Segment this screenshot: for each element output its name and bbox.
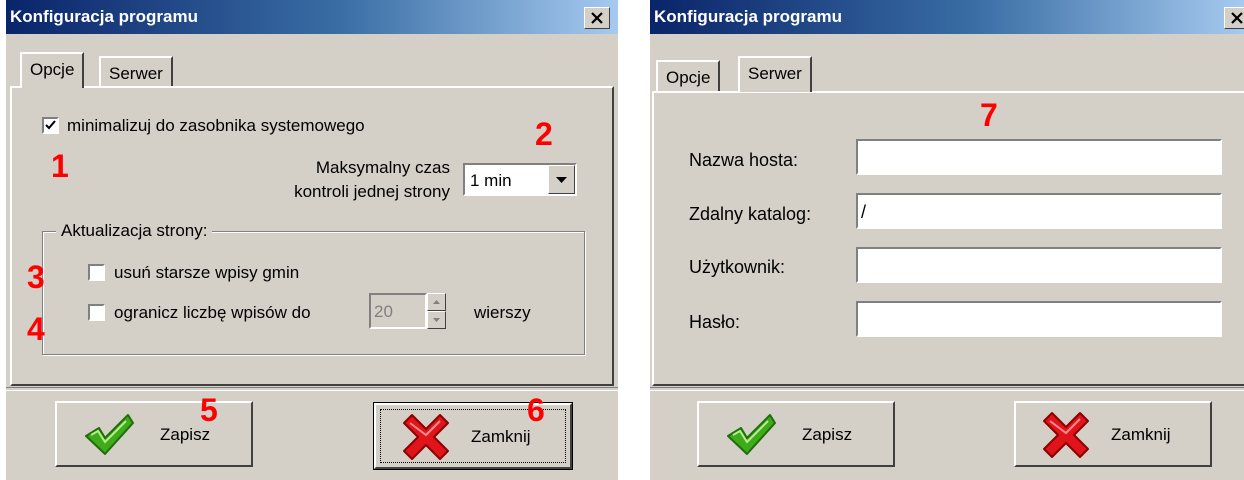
limit-entries-label: ogranicz liczbę wpisów do <box>114 303 311 322</box>
marker-4: 4 <box>27 311 45 347</box>
limit-entries-checkbox[interactable] <box>88 304 105 321</box>
close-x-icon <box>591 12 603 24</box>
password-label: Hasło: <box>689 312 741 332</box>
marker-2: 2 <box>535 116 553 152</box>
tab-serwer[interactable]: Serwer <box>99 56 173 88</box>
tab-label: Serwer <box>748 64 802 83</box>
minimize-to-tray-checkbox[interactable] <box>42 117 59 134</box>
tab-serwer[interactable]: Serwer <box>738 56 812 92</box>
delete-old-entries-checkbox[interactable] <box>88 264 105 281</box>
minimize-to-tray-label: minimalizuj do zasobnika systemowego <box>67 116 365 135</box>
save-button-label: Zapisz <box>802 425 853 444</box>
tab-label: Opcje <box>666 68 711 87</box>
tab-label: Opcje <box>30 60 75 79</box>
marker-3: 3 <box>27 259 45 295</box>
marker-7: 7 <box>980 97 998 133</box>
button-separator <box>650 387 1244 391</box>
remote-dir-label: Zdalny katalog: <box>689 204 812 224</box>
green-checkmark-icon <box>727 414 776 455</box>
close-button[interactable]: Zamknij <box>1014 401 1212 467</box>
window-title: Konfiguracja programu <box>10 7 198 26</box>
close-x-icon <box>1231 12 1243 24</box>
marker-6: 6 <box>527 392 545 428</box>
title-bar[interactable]: Konfiguracja programu <box>6 0 618 34</box>
close-window-button[interactable] <box>584 7 610 29</box>
config-dialog-server: Konfiguracja programu Opcje Serwer 7 Naz… <box>650 0 1244 480</box>
green-checkmark-icon <box>85 414 134 455</box>
max-time-label-line1: Maksymalny czas <box>315 158 450 177</box>
tab-opcje[interactable]: Opcje <box>20 52 85 88</box>
tab-panel-options: minimalizuj do zasobnika systemowego 1 2… <box>10 86 614 386</box>
red-x-icon <box>1043 412 1089 458</box>
limit-suffix-label: wierszy <box>474 303 531 322</box>
save-button[interactable]: Zapisz <box>697 401 895 467</box>
host-name-input[interactable] <box>856 139 1222 175</box>
remote-dir-value: / <box>861 202 867 222</box>
remote-dir-input[interactable]: / <box>856 193 1222 229</box>
delete-old-entries-label: usuń starsze wpisy gmin <box>114 263 300 282</box>
save-button-label: Zapisz <box>160 425 211 444</box>
tab-opcje[interactable]: Opcje <box>656 60 721 92</box>
marker-1: 1 <box>51 148 69 184</box>
close-button-label: Zamknij <box>471 427 531 446</box>
tab-panel-server: 7 Nazwa hosta: Zdalny katalog: / Użytkow… <box>652 91 1244 386</box>
user-label: Użytkownik: <box>689 257 786 277</box>
close-window-button[interactable] <box>1224 7 1244 29</box>
marker-5: 5 <box>200 392 218 428</box>
checkmark-icon <box>45 120 56 130</box>
close-button-label: Zamknij <box>1111 425 1171 444</box>
tab-label: Serwer <box>109 64 163 83</box>
title-bar[interactable]: Konfiguracja programu <box>650 0 1244 34</box>
page-update-groupbox: Aktualizacja strony: <box>42 221 585 355</box>
red-x-icon <box>403 414 449 460</box>
button-separator <box>6 387 618 391</box>
max-time-label-line2: kontroli jednej strony <box>294 182 450 201</box>
save-button[interactable]: Zapisz <box>55 401 253 467</box>
password-input[interactable] <box>856 301 1222 337</box>
config-dialog-options: Konfiguracja programu Opcje Serwer minim… <box>6 0 618 480</box>
host-name-label: Nazwa hosta: <box>689 150 799 170</box>
user-input[interactable] <box>856 247 1222 283</box>
window-title: Konfiguracja programu <box>654 7 842 26</box>
groupbox-title: Aktualizacja strony: <box>56 221 213 241</box>
